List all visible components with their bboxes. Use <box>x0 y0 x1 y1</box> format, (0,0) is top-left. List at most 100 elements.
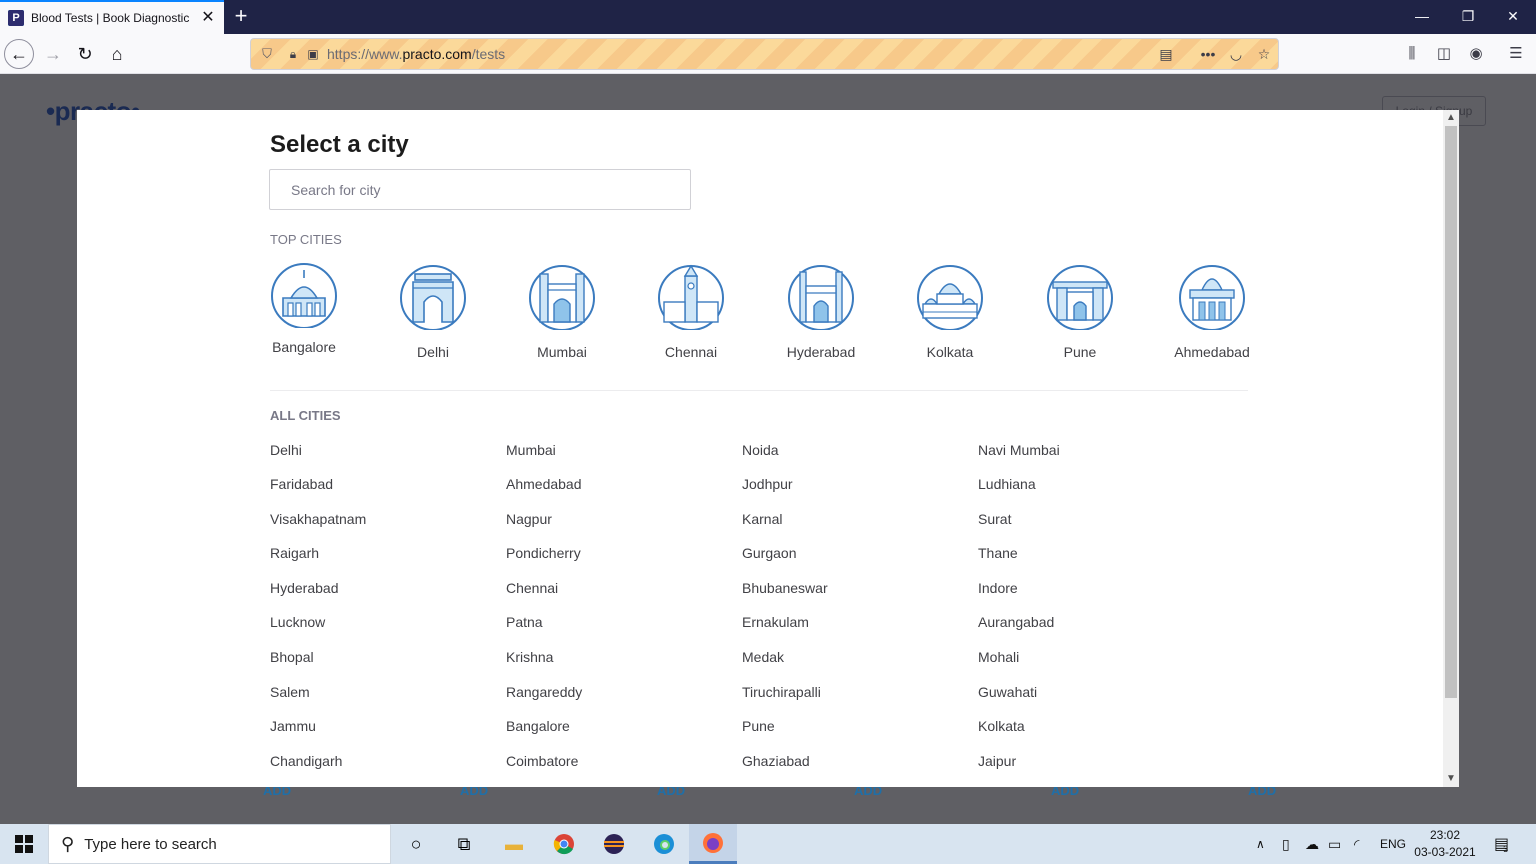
city-link[interactable]: Delhi <box>270 442 302 458</box>
city-link[interactable]: Mumbai <box>506 442 556 458</box>
file-explorer-icon[interactable]: ▬ <box>490 828 538 860</box>
city-link[interactable]: Guwahati <box>978 684 1037 700</box>
top-city-chennai[interactable]: Chennai <box>636 260 746 360</box>
top-city-name: Ahmedabad <box>1174 344 1250 360</box>
city-link[interactable]: Ahmedabad <box>506 476 582 492</box>
device-icon[interactable]: ▯ <box>1282 824 1290 864</box>
city-link[interactable]: Pondicherry <box>506 545 581 561</box>
city-link[interactable]: Coimbatore <box>506 753 578 769</box>
permissions-icon[interactable]: ▣ <box>305 46 321 62</box>
pocket-icon[interactable]: ◡ <box>1227 45 1245 63</box>
wifi-icon[interactable]: ◜ <box>1354 824 1359 864</box>
restore-icon[interactable]: ❐ <box>1445 0 1491 34</box>
minimize-icon[interactable]: — <box>1399 0 1445 34</box>
language-indicator[interactable]: ENG <box>1380 824 1406 864</box>
city-link[interactable]: Kolkata <box>978 718 1025 734</box>
battery-icon[interactable]: ▭ <box>1328 824 1341 864</box>
scroll-up-icon[interactable]: ▲ <box>1443 110 1459 126</box>
address-bar[interactable]: ⛉ 🔒︎ ▣ https://www.practo.com/tests ▤ ••… <box>250 38 1279 70</box>
city-link[interactable]: Salem <box>270 684 310 700</box>
top-city-delhi[interactable]: Delhi <box>378 260 488 360</box>
browser-tab-active[interactable]: P Blood Tests | Book Diagnostic Tests ✕ <box>0 0 224 34</box>
eclipse-icon[interactable] <box>590 828 638 860</box>
scrollbar-thumb[interactable] <box>1445 126 1457 698</box>
account-icon[interactable]: ◉ <box>1466 44 1486 64</box>
page-actions-icon[interactable]: ••• <box>1199 45 1217 63</box>
taskbar-search-placeholder: Type here to search <box>84 835 217 853</box>
city-link[interactable]: Tiruchirapalli <box>742 684 821 700</box>
city-link[interactable]: Patna <box>506 614 543 630</box>
city-link[interactable]: Navi Mumbai <box>978 442 1060 458</box>
city-link[interactable]: Jaipur <box>978 753 1016 769</box>
library-icon[interactable]: ⫼ <box>1402 44 1422 64</box>
city-link[interactable]: Bhopal <box>270 649 314 665</box>
menu-hamburger-icon[interactable]: ☰ <box>1506 44 1526 64</box>
city-link[interactable]: Pune <box>742 718 775 734</box>
bookmark-star-icon[interactable]: ☆ <box>1255 45 1273 63</box>
city-link[interactable]: Chennai <box>506 580 558 596</box>
edge-icon[interactable] <box>640 828 688 860</box>
notifications-icon[interactable]: ▤ 3 <box>1494 824 1509 864</box>
modal-scrollbar[interactable]: ▲ ▼ <box>1443 110 1459 787</box>
city-link[interactable]: Ernakulam <box>742 614 809 630</box>
reload-icon[interactable]: ↻ <box>70 39 100 69</box>
scroll-down-icon[interactable]: ▼ <box>1443 771 1459 787</box>
city-link[interactable]: Medak <box>742 649 784 665</box>
home-icon[interactable]: ⌂ <box>102 39 132 69</box>
sidebar-icon[interactable]: ◫ <box>1434 44 1454 64</box>
city-link[interactable]: Raigarh <box>270 545 319 561</box>
city-link[interactable]: Bhubaneswar <box>742 580 828 596</box>
city-link[interactable]: Indore <box>978 580 1018 596</box>
city-link[interactable]: Faridabad <box>270 476 333 492</box>
cortana-icon[interactable]: ○ <box>392 828 440 860</box>
forward-arrow-icon[interactable]: → <box>38 39 68 69</box>
tracking-shield-icon[interactable]: ⛉ <box>259 46 275 62</box>
chrome-icon[interactable] <box>540 828 588 860</box>
city-link[interactable]: Hyderabad <box>270 580 339 596</box>
city-link[interactable]: Jammu <box>270 718 316 734</box>
city-link[interactable]: Nagpur <box>506 511 552 527</box>
city-link[interactable]: Lucknow <box>270 614 325 630</box>
city-link[interactable]: Rangareddy <box>506 684 582 700</box>
task-view-icon[interactable]: ⧉ <box>440 828 488 860</box>
top-city-bangalore[interactable]: Bangalore <box>249 258 359 355</box>
taskbar-search-box[interactable]: ⚲ Type here to search <box>48 824 391 864</box>
city-link[interactable]: Gurgaon <box>742 545 796 561</box>
charminar-icon <box>788 265 854 330</box>
onedrive-icon[interactable]: ☁ <box>1305 824 1319 864</box>
city-link[interactable]: Thane <box>978 545 1018 561</box>
city-link[interactable]: Visakhapatnam <box>270 511 366 527</box>
city-link[interactable]: Bangalore <box>506 718 570 734</box>
url-text[interactable]: https://www.practo.com/tests <box>327 46 505 62</box>
firefox-icon[interactable] <box>689 824 737 864</box>
top-city-mumbai[interactable]: Mumbai <box>507 260 617 360</box>
city-link[interactable]: Ludhiana <box>978 476 1036 492</box>
reader-view-icon[interactable]: ▤ <box>1157 45 1175 63</box>
city-link[interactable]: Karnal <box>742 511 782 527</box>
top-city-kolkata[interactable]: Kolkata <box>895 260 1005 360</box>
top-city-hyderabad[interactable]: Hyderabad <box>766 260 876 360</box>
tab-close-icon[interactable]: ✕ <box>200 9 216 27</box>
city-link[interactable]: Jodhpur <box>742 476 793 492</box>
back-arrow-icon[interactable]: ← <box>4 39 34 69</box>
victoria-memorial-icon <box>917 265 983 330</box>
window-close-icon[interactable]: ✕ <box>1490 0 1536 34</box>
city-link[interactable]: Aurangabad <box>978 614 1054 630</box>
city-link[interactable]: Krishna <box>506 649 553 665</box>
top-city-ahmedabad[interactable]: Ahmedabad <box>1157 260 1267 360</box>
top-city-name: Mumbai <box>537 344 587 360</box>
top-city-pune[interactable]: Pune <box>1025 260 1135 360</box>
city-link[interactable]: Chandigarh <box>270 753 342 769</box>
city-link[interactable]: Mohali <box>978 649 1019 665</box>
clock[interactable]: 23:02 03-03-2021 <box>1412 827 1478 861</box>
windows-start-icon[interactable] <box>0 824 48 864</box>
clock-date: 03-03-2021 <box>1414 845 1476 859</box>
lock-icon[interactable]: 🔒︎ <box>285 46 301 62</box>
new-tab-icon[interactable]: + <box>229 4 253 28</box>
city-search-input[interactable] <box>269 169 691 210</box>
all-cities-heading: ALL CITIES <box>270 408 341 423</box>
city-link[interactable]: Noida <box>742 442 779 458</box>
show-hidden-icons-icon[interactable]: ∧ <box>1256 824 1265 864</box>
city-link[interactable]: Ghaziabad <box>742 753 810 769</box>
city-link[interactable]: Surat <box>978 511 1011 527</box>
